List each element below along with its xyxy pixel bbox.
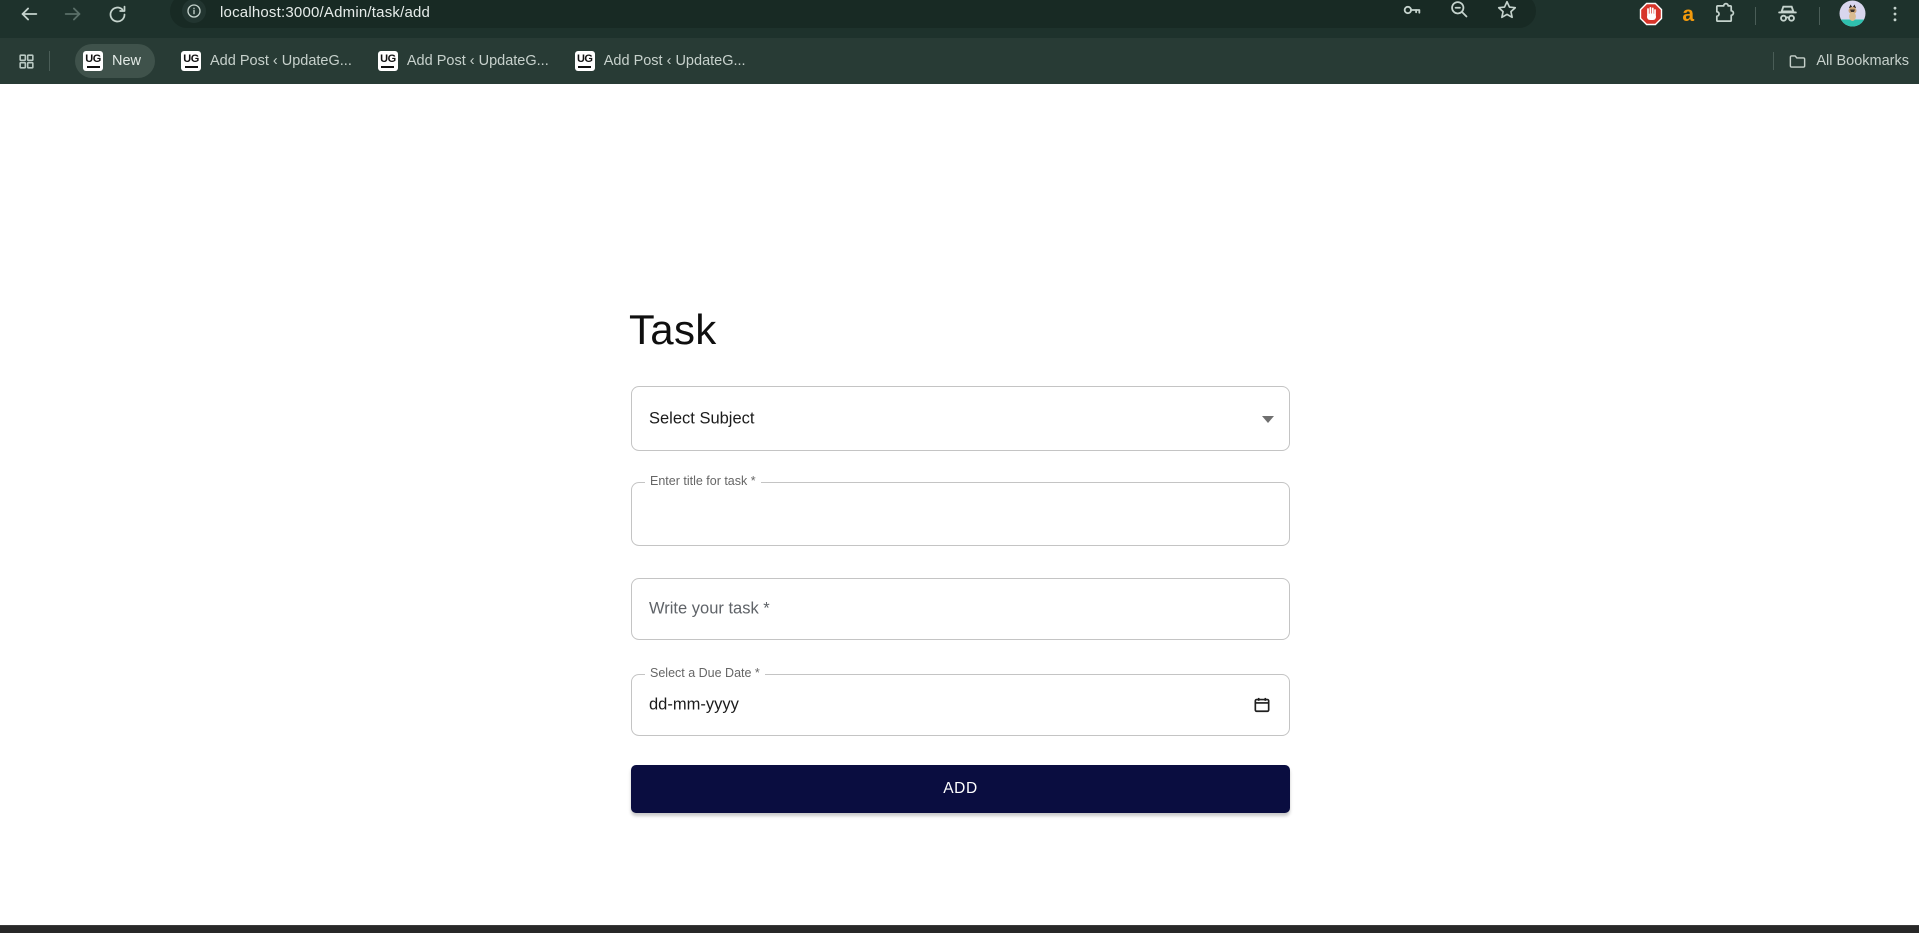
url-text[interactable]: localhost:3000/Admin/task/add xyxy=(220,2,1401,21)
profile-avatar[interactable] xyxy=(1839,0,1866,32)
taskbar-edge xyxy=(0,925,1919,933)
extensions-menu-button[interactable] xyxy=(1713,2,1736,30)
bookmark-label: Add Post ‹ UpdateG... xyxy=(604,53,746,69)
toolbar-separator xyxy=(1819,7,1820,25)
browsing-mode-button[interactable] xyxy=(1775,1,1800,31)
all-bookmarks-label: All Bookmarks xyxy=(1816,53,1909,69)
apps-shortcut-button[interactable] xyxy=(17,52,36,71)
due-date-field[interactable]: Select a Due Date * dd-mm-yyyy xyxy=(631,674,1290,736)
stop-hand-icon xyxy=(1639,2,1663,26)
date-picker-button[interactable] xyxy=(1251,694,1273,716)
bookmark-item[interactable]: UG Add Post ‹ UpdateG... xyxy=(181,51,352,71)
page-content: Task Select Subject Enter title for task… xyxy=(0,84,1919,925)
bookmarks-separator xyxy=(1773,52,1774,70)
reload-icon xyxy=(107,4,128,25)
avatar-cat-image xyxy=(1839,0,1866,27)
ug-favicon: UG xyxy=(181,51,201,71)
bookmark-item[interactable]: UG Add Post ‹ UpdateG... xyxy=(575,51,746,71)
all-bookmarks-button[interactable]: All Bookmarks xyxy=(1788,52,1909,71)
task-text-field[interactable]: Write your task * xyxy=(631,578,1290,640)
folder-icon xyxy=(1788,52,1807,71)
bookmark-label: New xyxy=(112,53,141,69)
star-icon xyxy=(1496,0,1518,21)
calendar-icon xyxy=(1252,695,1272,715)
ug-favicon: UG xyxy=(83,51,103,71)
site-info-button[interactable] xyxy=(182,0,206,23)
bookmark-item[interactable]: UG Add Post ‹ UpdateG... xyxy=(378,51,549,71)
zoom-out-icon xyxy=(1449,0,1470,20)
toolbar-separator xyxy=(1755,7,1756,25)
forward-arrow-icon xyxy=(62,3,84,25)
kebab-menu-icon xyxy=(1885,4,1905,24)
reload-button[interactable] xyxy=(104,1,130,27)
subject-select[interactable]: Select Subject xyxy=(631,386,1290,451)
address-bar[interactable]: localhost:3000/Admin/task/add xyxy=(170,0,1536,28)
zoom-out-page-button[interactable] xyxy=(1449,0,1470,25)
add-button[interactable]: ADD xyxy=(631,765,1290,813)
incognito-icon xyxy=(1775,1,1800,26)
browser-menu-button[interactable] xyxy=(1885,4,1905,29)
chevron-down-icon xyxy=(1262,416,1274,423)
bookmarks-bar: UG New UG Add Post ‹ UpdateG... UG Add P… xyxy=(0,38,1919,84)
apps-grid-icon xyxy=(17,52,36,71)
page-title: Task xyxy=(629,306,717,354)
forward-button[interactable] xyxy=(60,1,86,27)
bookmark-label: Add Post ‹ UpdateG... xyxy=(210,53,352,69)
back-button[interactable] xyxy=(16,1,42,27)
info-icon xyxy=(186,3,202,19)
amazon-extension-button[interactable]: a xyxy=(1682,4,1694,25)
task-title-field: Enter title for task * xyxy=(631,482,1290,546)
subject-select-value: Select Subject xyxy=(649,409,754,428)
ug-favicon: UG xyxy=(378,51,398,71)
bookmark-page-button[interactable] xyxy=(1496,0,1518,26)
due-date-label: Select a Due Date * xyxy=(645,666,765,680)
browser-toolbar: localhost:3000/Admin/task/add a xyxy=(0,0,1919,38)
task-text-label: Write your task * xyxy=(649,600,770,619)
ug-favicon: UG xyxy=(575,51,595,71)
key-icon xyxy=(1401,0,1423,21)
puzzle-icon xyxy=(1713,2,1736,25)
due-date-value: dd-mm-yyyy xyxy=(649,696,739,715)
task-title-input[interactable] xyxy=(632,483,1289,545)
bookmarks-separator xyxy=(49,51,50,71)
password-manager-button[interactable] xyxy=(1401,0,1423,26)
bookmark-item-new[interactable]: UG New xyxy=(75,44,155,78)
bookmark-label: Add Post ‹ UpdateG... xyxy=(407,53,549,69)
back-arrow-icon xyxy=(18,3,40,25)
adblock-extension-button[interactable] xyxy=(1639,2,1663,31)
